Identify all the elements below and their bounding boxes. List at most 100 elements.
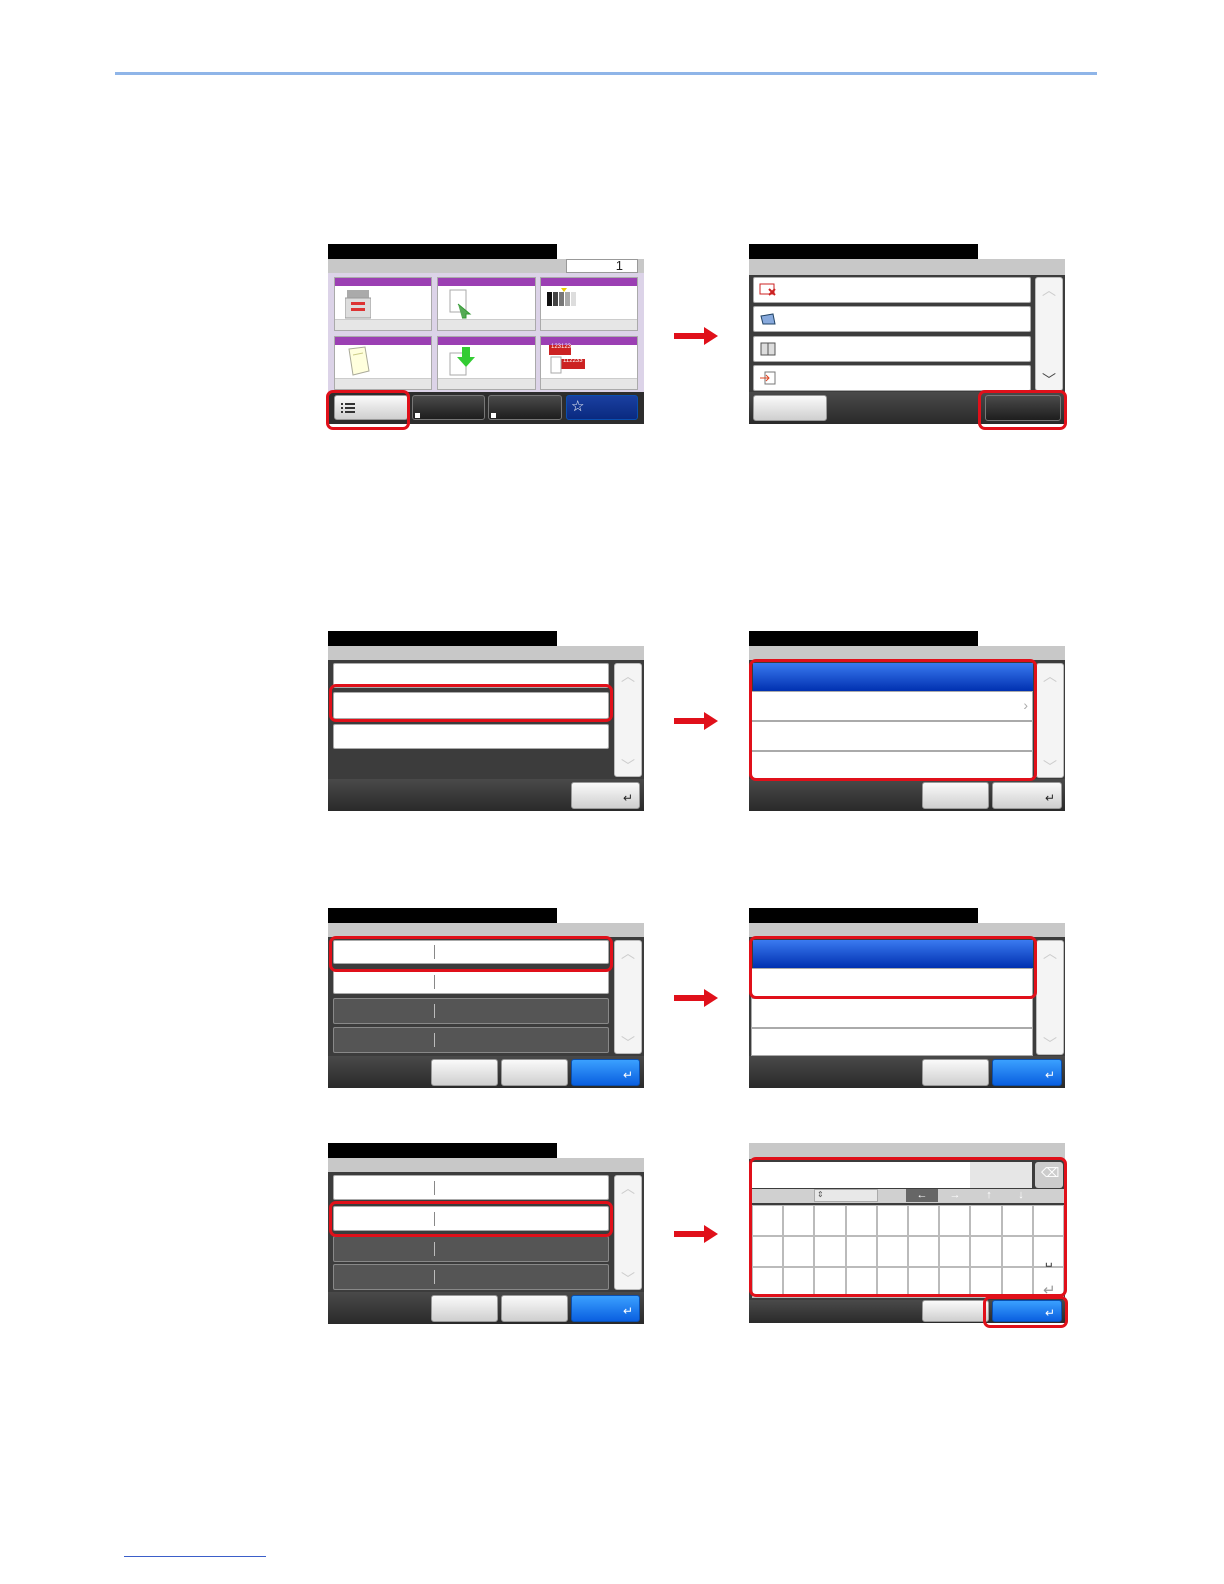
list-footer: ↵ xyxy=(328,779,644,811)
ok-button[interactable]: ↵ xyxy=(571,1295,640,1322)
list-row-3[interactable] xyxy=(333,724,609,749)
cancel-button[interactable] xyxy=(922,1300,989,1322)
entry-option-4[interactable] xyxy=(751,1028,1033,1056)
enter-icon: ↵ xyxy=(622,791,633,805)
enter-icon: ↵ xyxy=(622,1304,633,1318)
import-icon xyxy=(760,371,776,385)
status-bar xyxy=(328,1158,644,1172)
menu-item-2[interactable] xyxy=(753,306,1031,332)
arrow-icon xyxy=(674,1225,718,1243)
entry-scrollbar[interactable]: ︿ ﹀ xyxy=(614,940,642,1054)
tile-copy[interactable] xyxy=(334,277,432,331)
scroll-up-icon: ︿ xyxy=(621,945,635,961)
entry-option-scrollbar[interactable]: ︿ ﹀ xyxy=(1036,940,1064,1055)
highlight-entry-option xyxy=(749,936,1037,999)
status-bar xyxy=(328,646,644,660)
footer-button-1[interactable] xyxy=(431,1295,498,1322)
screen-title-bar xyxy=(328,1143,557,1158)
option-scrollbar[interactable]: ︿ ﹀ xyxy=(1036,663,1064,778)
shortcut-button-2[interactable] xyxy=(488,395,562,420)
scroll-down-icon: ﹀ xyxy=(621,1035,635,1051)
menu-item-4[interactable] xyxy=(753,365,1031,391)
ok-button[interactable]: ↵ xyxy=(992,1059,1062,1086)
scroll-up-icon: ︿ xyxy=(1042,282,1056,298)
cancel-button[interactable] xyxy=(922,782,989,809)
scan-icon xyxy=(760,313,776,325)
tile-color[interactable] xyxy=(540,277,638,331)
entry-row-4[interactable] xyxy=(333,1027,609,1053)
download-icon xyxy=(449,347,475,376)
entry-option-footer: ↵ xyxy=(749,1056,1065,1088)
highlight-option-list xyxy=(749,659,1037,781)
screen-title-bar xyxy=(328,908,557,923)
footer-button-2[interactable] xyxy=(501,1295,568,1322)
enter-icon: ↵ xyxy=(1044,791,1055,805)
menu-item-3[interactable] xyxy=(753,336,1031,362)
menu-scrollbar[interactable]: ︿ ﹀ xyxy=(1035,277,1063,391)
list-scrollbar[interactable]: ︿ ﹀ xyxy=(614,663,642,777)
screen-title-bar xyxy=(749,631,978,646)
option-footer: ↵ xyxy=(749,779,1065,811)
shortcut-icon xyxy=(491,413,496,418)
entry-scrollbar[interactable]: ︿ ﹀ xyxy=(614,1175,642,1290)
footer-link-rule xyxy=(124,1556,266,1557)
arrow-icon xyxy=(674,712,718,730)
footer-button-1[interactable] xyxy=(431,1059,498,1086)
screen-title-bar xyxy=(749,908,978,923)
entry-option-screen: ︿ ﹀ ↵ xyxy=(749,908,1065,1088)
scroll-down-icon: ﹀ xyxy=(621,758,635,774)
entry-row-1[interactable] xyxy=(333,1175,609,1200)
copier-icon xyxy=(345,290,371,319)
cancel-button[interactable] xyxy=(922,1059,989,1086)
star-icon: ☆ xyxy=(571,398,585,415)
home-screen: 1 123123 112233 ☆ xyxy=(326,244,644,430)
entry-row-4[interactable] xyxy=(333,1264,609,1290)
settings-list-screen: ︿ ﹀ ↵ xyxy=(328,631,644,811)
tile-label-2: 112233 xyxy=(563,358,583,364)
color-bars-icon xyxy=(547,288,576,306)
enter-icon: ↵ xyxy=(1044,1068,1055,1082)
status-bar: 1 xyxy=(328,259,644,273)
keyboard-screen: ⌫ ⇕ ← → ↑ ↓ ␣ ↵ ↵ xyxy=(749,1143,1068,1328)
entry-footer: ↵ xyxy=(328,1292,644,1324)
tile-collate[interactable]: 123123 112233 xyxy=(540,336,638,390)
entry-row-3[interactable] xyxy=(333,1236,609,1262)
arrow-icon xyxy=(674,989,718,1007)
copy-counter: 1 xyxy=(566,259,638,273)
favorites-button[interactable]: ☆ xyxy=(566,395,638,420)
tile-send[interactable] xyxy=(437,277,536,331)
paper-icon xyxy=(348,346,370,376)
settings-body: ︿ ﹀ ↵ xyxy=(328,646,644,811)
footer-button-2[interactable] xyxy=(501,1059,568,1086)
close-button[interactable]: ↵ xyxy=(571,782,640,809)
tile-paper[interactable] xyxy=(334,336,432,390)
highlight-entry-row-1 xyxy=(329,936,613,972)
printer-error-icon xyxy=(759,283,776,296)
book-icon xyxy=(760,342,776,356)
scroll-down-icon: ﹀ xyxy=(621,1271,635,1287)
scroll-down-icon: ﹀ xyxy=(1043,759,1057,775)
scroll-up-icon: ︿ xyxy=(1043,945,1057,961)
entry-row-2[interactable] xyxy=(333,970,609,994)
entry-body-2: ︿ ﹀ ↵ xyxy=(328,1158,644,1324)
status-bar xyxy=(749,259,1065,275)
footer-left-button[interactable] xyxy=(753,395,827,421)
highlight-keyboard xyxy=(749,1157,1067,1297)
scroll-up-icon: ︿ xyxy=(621,1180,635,1196)
ok-button[interactable]: ↵ xyxy=(571,1059,640,1086)
entry-option-3[interactable] xyxy=(751,998,1033,1028)
menu-item-1[interactable] xyxy=(753,277,1031,303)
screen-title-bar xyxy=(749,244,978,259)
entry-row-3[interactable] xyxy=(333,998,609,1024)
highlight-list-row-2 xyxy=(329,684,613,722)
scroll-down-icon: ﹀ xyxy=(1042,372,1056,388)
entry-footer: ↵ xyxy=(328,1056,644,1088)
shortcut-button-1[interactable] xyxy=(412,395,485,420)
scroll-down-icon: ﹀ xyxy=(1043,1036,1057,1052)
screen-title-bar xyxy=(328,631,557,646)
ok-button[interactable]: ↵ xyxy=(992,782,1062,809)
status-bar xyxy=(749,923,1065,937)
shortcut-icon xyxy=(415,413,420,418)
tile-download[interactable] xyxy=(437,336,536,390)
tile-label-1: 123123 xyxy=(551,344,572,350)
